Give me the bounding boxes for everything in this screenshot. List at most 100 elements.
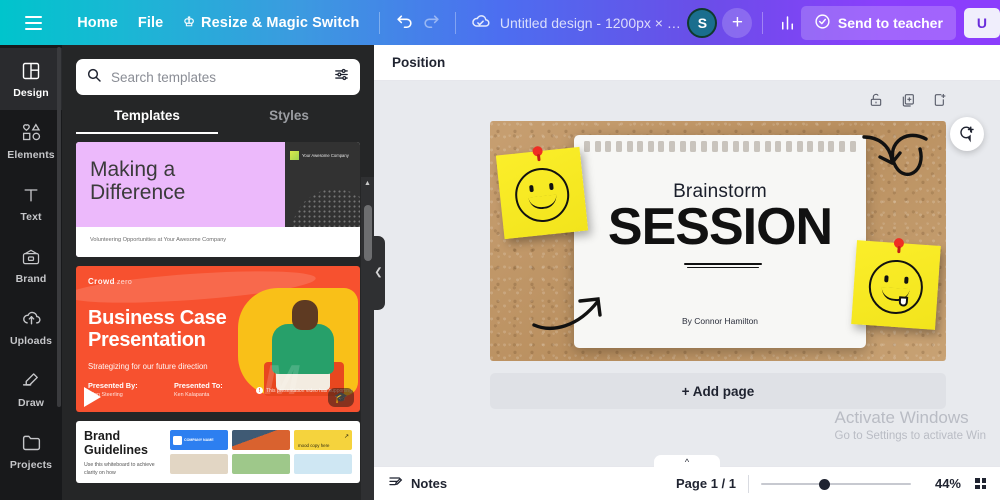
crown-icon: ♔	[183, 14, 196, 29]
duplicate-page-icon[interactable]	[900, 92, 916, 113]
redo-icon[interactable]	[418, 8, 446, 38]
zoom-slider[interactable]	[761, 477, 911, 491]
sidebar-item-label: Elements	[7, 148, 55, 161]
add-page-button[interactable]: + Add page	[490, 373, 946, 409]
spiral-binding	[584, 141, 856, 152]
graduation-cap-icon: 🎓	[328, 388, 354, 407]
add-collaborator-button[interactable]: +	[722, 7, 753, 38]
bottom-toolbar: ^ Notes Page 1 / 1 44%	[374, 455, 1000, 500]
template-title-line1: Making a	[90, 158, 176, 181]
divider	[748, 474, 749, 493]
add-comment-icon[interactable]	[950, 117, 984, 151]
templates-panel: Templates Styles Making a Difference You…	[62, 45, 385, 500]
underline-decoration	[684, 263, 762, 265]
template-title-line1: Brand	[84, 429, 121, 443]
sidebar-item-label: Draw	[17, 396, 45, 409]
search-box[interactable]	[76, 59, 360, 95]
shapes-icon	[20, 122, 42, 144]
divider	[379, 11, 381, 34]
tab-templates[interactable]: Templates	[76, 108, 218, 134]
info-icon: !	[256, 387, 264, 394]
layout-icon	[20, 60, 42, 82]
send-to-teacher-button[interactable]: Send to teacher	[800, 5, 956, 40]
sidebar-item-design[interactable]: Design	[0, 48, 62, 110]
template-logo: Your Awesome Company	[285, 142, 360, 169]
sidebar-item-elements[interactable]: Elements	[0, 110, 62, 172]
watermark-title: Activate Windows	[834, 408, 969, 427]
scroll-up-icon[interactable]: ▲	[361, 177, 374, 190]
play-icon[interactable]	[84, 387, 101, 407]
resize-magic-switch-button[interactable]: ♔ Resize & Magic Switch	[173, 8, 369, 37]
document-title[interactable]: Untitled design - 1200px × 630…	[500, 15, 688, 31]
sidebar-item-label: Uploads	[9, 334, 53, 347]
position-button[interactable]: Position	[392, 55, 445, 70]
upload-button[interactable]: U	[963, 7, 1000, 38]
sidebar-item-draw[interactable]: Draw	[0, 358, 62, 420]
insights-icon[interactable]	[773, 8, 801, 38]
scrollbar-thumb[interactable]	[363, 205, 372, 261]
panel-tabs: Templates Styles	[62, 108, 374, 134]
template-title: Brand Guidelines	[84, 429, 162, 457]
template-subtitle: Strategizing for our future direction	[88, 362, 208, 371]
tile-company-label: COMPANY NAME	[184, 437, 214, 442]
cloud-saved-icon[interactable]	[466, 8, 494, 38]
check-circle-icon	[814, 13, 831, 33]
template-card[interactable]: Brand Guidelines Use this whiteboard to a…	[76, 421, 360, 483]
rail-scrollbar[interactable]	[57, 47, 61, 407]
tile-mood: ↗ mood copy here	[294, 430, 352, 450]
template-title-line2: Presentation	[88, 328, 206, 351]
file-menu-item[interactable]: File	[128, 9, 173, 37]
sidebar-item-projects[interactable]: Projects	[0, 420, 62, 482]
add-page-icon[interactable]	[932, 92, 948, 113]
arrow-up-right-icon: ↗	[343, 434, 349, 440]
slider-knob[interactable]	[819, 478, 830, 490]
smiley-face-graphic	[867, 257, 925, 316]
avatar[interactable]: S	[687, 7, 718, 38]
brand-icon	[20, 246, 42, 268]
arrow-doodle-left	[532, 297, 602, 330]
folder-icon	[20, 432, 42, 454]
tile-photo	[232, 430, 290, 450]
panel-scrollbar[interactable]: ▲	[361, 177, 374, 500]
sidebar-item-uploads[interactable]: Uploads	[0, 296, 62, 358]
sidebar-item-label: Projects	[9, 458, 53, 471]
hamburger-icon[interactable]	[18, 6, 49, 40]
chevron-up-icon[interactable]: ^	[654, 455, 720, 467]
left-rail: Design Elements Text Brand Uploads Draw …	[0, 45, 62, 500]
template-list: Making a Difference Your Awesome Company…	[62, 134, 374, 500]
grid-view-icon[interactable]	[975, 478, 986, 489]
sidebar-item-brand[interactable]: Brand	[0, 234, 62, 296]
search-input[interactable]	[111, 69, 324, 85]
canvas-area[interactable]: Brainstorm SESSION By Connor Hamilton + …	[374, 81, 1000, 466]
zoom-value[interactable]: 44%	[925, 476, 961, 491]
sidebar-item-label: Design	[13, 86, 49, 99]
collapse-panel-button[interactable]: ❮	[372, 235, 385, 310]
sidebar-item-text[interactable]: Text	[0, 172, 62, 234]
notes-button[interactable]: Notes	[388, 474, 447, 493]
template-card[interactable]: Crowd zero M Business Case Presentation St…	[76, 266, 360, 412]
divider	[762, 11, 764, 34]
home-menu-item[interactable]: Home	[67, 9, 128, 37]
design-canvas-page[interactable]: Brainstorm SESSION By Connor Hamilton	[490, 121, 946, 361]
template-logo-text: Your Awesome Company	[302, 153, 349, 158]
person-head-graphic	[292, 300, 318, 330]
pushpin-icon	[532, 145, 544, 162]
notes-icon	[388, 474, 404, 493]
page-indicator: Page 1 / 1	[676, 476, 736, 491]
filter-sliders-icon[interactable]	[333, 66, 350, 88]
send-to-teacher-label: Send to teacher	[837, 14, 943, 31]
editor-area: Position Brainstorm SESSION By Connor Ha…	[374, 45, 1000, 500]
sidebar-item-label: Brand	[15, 272, 47, 285]
template-tile-grid: COMPANY NAME ↗ mood copy here	[170, 430, 352, 474]
tile-mood-label: mood copy here	[298, 443, 330, 448]
tile-cyan	[294, 454, 352, 474]
template-card[interactable]: Making a Difference Your Awesome Company…	[76, 142, 360, 257]
editor-body: Design Elements Text Brand Uploads Draw …	[0, 45, 1000, 500]
lock-icon[interactable]	[868, 92, 884, 113]
arrow-doodle-right	[862, 133, 928, 177]
tab-styles[interactable]: Styles	[218, 108, 360, 134]
undo-icon[interactable]	[390, 8, 418, 38]
tile-beige	[170, 454, 228, 474]
slider-track	[761, 482, 911, 485]
top-toolbar: Home File ♔ Resize & Magic Switch Untitle…	[0, 0, 1000, 45]
